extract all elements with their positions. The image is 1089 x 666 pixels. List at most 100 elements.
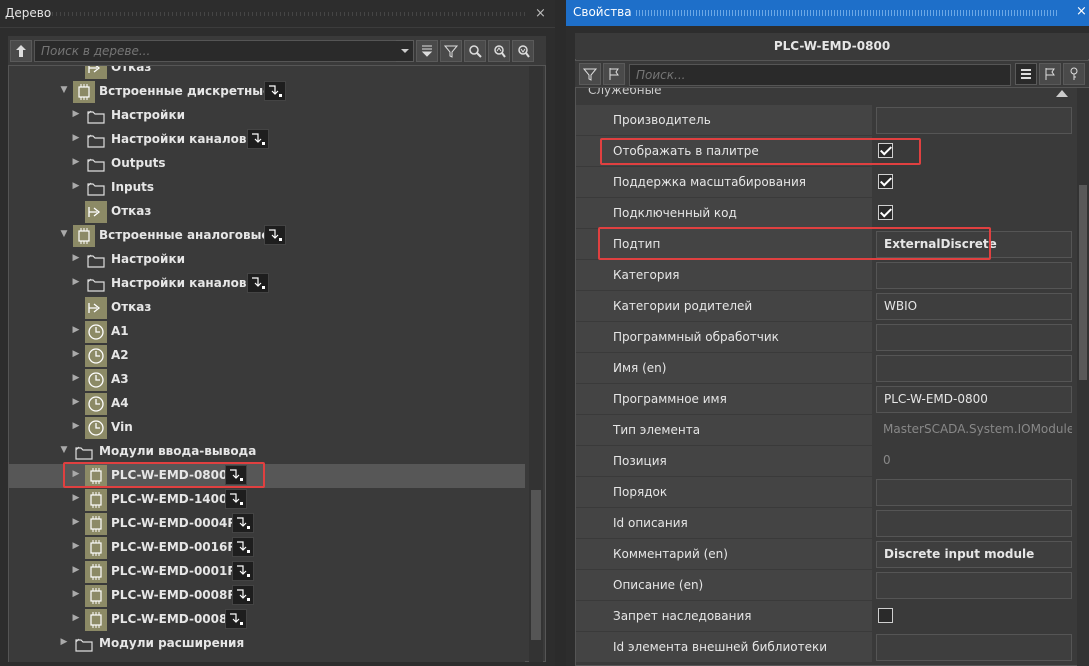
tree-node[interactable]: ▶ PLC-W-EMD-0001R bbox=[9, 560, 525, 584]
collapse-all-icon[interactable] bbox=[416, 40, 438, 62]
close-icon[interactable]: × bbox=[1076, 4, 1087, 19]
property-value-field[interactable] bbox=[876, 355, 1072, 382]
filter-icon[interactable] bbox=[440, 40, 462, 62]
tree-node[interactable]: Отказ bbox=[9, 200, 525, 224]
expand-right-icon[interactable]: ▶ bbox=[71, 589, 81, 599]
child-nodes-icon[interactable] bbox=[232, 561, 254, 581]
expand-down-icon[interactable]: ▼ bbox=[59, 85, 69, 95]
child-nodes-icon[interactable] bbox=[224, 489, 247, 509]
property-checkbox[interactable] bbox=[878, 608, 893, 623]
expand-right-icon[interactable]: ▶ bbox=[71, 349, 81, 359]
search-icon[interactable] bbox=[464, 40, 486, 62]
tree-node[interactable]: ▶ Настройки bbox=[9, 248, 525, 272]
chevron-down-icon[interactable] bbox=[396, 40, 414, 62]
tree-search-input[interactable] bbox=[34, 40, 414, 62]
tree-node[interactable]: ▶ PLC-W-EMD-0004R bbox=[9, 512, 525, 536]
tree-node[interactable]: ▼ Модули ввода-вывода bbox=[9, 440, 525, 464]
child-nodes-icon[interactable] bbox=[246, 129, 269, 149]
tree-node[interactable]: ▶ Настройки каналов bbox=[9, 272, 525, 296]
chip-icon bbox=[73, 225, 95, 247]
child-nodes-icon[interactable] bbox=[264, 81, 287, 101]
property-row: Программное имя PLC-W-EMD-0800 bbox=[576, 384, 1076, 415]
tree-node[interactable]: ▶ Модули расширения bbox=[9, 632, 525, 656]
expand-down-icon[interactable]: ▼ bbox=[59, 229, 69, 239]
property-value-field[interactable]: 0 bbox=[876, 448, 1072, 475]
properties-search-input[interactable] bbox=[629, 64, 1011, 86]
property-value-field[interactable] bbox=[876, 262, 1072, 289]
list-view-icon[interactable] bbox=[1015, 63, 1037, 85]
expand-down-icon[interactable]: ▼ bbox=[59, 445, 69, 455]
tree-root-icon[interactable] bbox=[10, 40, 32, 62]
property-value-field[interactable] bbox=[876, 324, 1072, 351]
tree-node[interactable]: Отказ bbox=[9, 66, 525, 80]
panel-drag-grip[interactable] bbox=[48, 12, 525, 16]
child-nodes-icon[interactable] bbox=[264, 225, 287, 245]
property-label-cell: Порядок bbox=[576, 477, 872, 507]
expand-right-icon[interactable]: ▶ bbox=[71, 109, 81, 119]
property-value-field[interactable] bbox=[876, 572, 1072, 599]
child-nodes-icon[interactable] bbox=[246, 273, 269, 293]
property-value-field[interactable]: PLC-W-EMD-0800 bbox=[876, 386, 1072, 413]
tree-node[interactable]: ▶ PLC-W-EMD-1400 bbox=[9, 488, 525, 512]
expand-right-icon[interactable]: ▶ bbox=[71, 277, 81, 287]
expand-right-icon[interactable]: ▶ bbox=[71, 493, 81, 503]
expand-right-icon[interactable]: ▶ bbox=[71, 565, 81, 575]
tree-node[interactable]: ▼ Встроенные аналоговые bbox=[9, 224, 525, 248]
tree-node[interactable]: ▶ Настройки каналов bbox=[9, 128, 525, 152]
tree-node[interactable]: Отказ bbox=[9, 296, 525, 320]
child-nodes-icon[interactable] bbox=[232, 537, 254, 557]
search-up-icon[interactable] bbox=[488, 40, 510, 62]
expand-right-icon[interactable]: ▶ bbox=[71, 517, 81, 527]
expand-right-icon[interactable]: ▶ bbox=[71, 253, 81, 263]
filter-icon[interactable] bbox=[579, 63, 601, 85]
child-nodes-icon[interactable] bbox=[232, 585, 254, 605]
property-section-header[interactable]: Служебные bbox=[576, 88, 1076, 100]
tree-scrollbar-thumb[interactable] bbox=[531, 490, 541, 640]
property-value-field[interactable]: MasterSCADA.System.IOModuleType bbox=[876, 417, 1072, 444]
expand-right-icon[interactable]: ▶ bbox=[71, 133, 81, 143]
property-value-field[interactable] bbox=[876, 479, 1072, 506]
fail-icon bbox=[85, 201, 107, 223]
tree-node[interactable]: ▼ Встроенные дискретные bbox=[9, 80, 525, 104]
expand-right-icon[interactable]: ▶ bbox=[71, 373, 81, 383]
child-nodes-icon[interactable] bbox=[224, 609, 247, 629]
property-checkbox[interactable] bbox=[878, 205, 893, 220]
expand-right-icon[interactable]: ▶ bbox=[71, 541, 81, 551]
clock-icon bbox=[85, 393, 107, 415]
expand-right-icon[interactable]: ▶ bbox=[71, 421, 81, 431]
property-checkbox[interactable] bbox=[878, 174, 893, 189]
expand-right-icon[interactable]: ▶ bbox=[71, 613, 81, 623]
search-down-icon[interactable] bbox=[512, 40, 534, 62]
filter-settings-icon[interactable] bbox=[603, 63, 625, 85]
tree-node[interactable]: ▶ A1 bbox=[9, 320, 525, 344]
tree-node[interactable]: ▶ A2 bbox=[9, 344, 525, 368]
property-value-field[interactable] bbox=[876, 510, 1072, 537]
tree-node[interactable]: ▶ A3 bbox=[9, 368, 525, 392]
chip-icon bbox=[85, 489, 107, 511]
tree-node[interactable]: ▶ Inputs bbox=[9, 176, 525, 200]
close-icon[interactable]: × bbox=[535, 6, 546, 21]
properties-scrollbar-thumb[interactable] bbox=[1079, 185, 1087, 380]
key-icon[interactable] bbox=[1063, 63, 1085, 85]
property-value-field[interactable] bbox=[876, 634, 1072, 661]
expand-right-icon[interactable]: ▶ bbox=[71, 157, 81, 167]
expand-right-icon[interactable]: ▶ bbox=[71, 325, 81, 335]
tree-node[interactable]: ▶ A4 bbox=[9, 392, 525, 416]
collapse-caret-icon[interactable] bbox=[1056, 90, 1068, 97]
property-label-cell: Имя (en) bbox=[576, 353, 872, 383]
expand-right-icon[interactable]: ▶ bbox=[71, 397, 81, 407]
child-nodes-icon[interactable] bbox=[232, 513, 254, 533]
tree-node[interactable]: ▶ PLC-W-EMD-0008R bbox=[9, 584, 525, 608]
property-value-field[interactable]: Discrete input module bbox=[876, 541, 1072, 568]
expand-right-icon[interactable]: ▶ bbox=[71, 181, 81, 191]
tree-node[interactable]: ▶ PLC-W-EMD-0016R bbox=[9, 536, 525, 560]
tree-node[interactable]: ▶ Настройки bbox=[9, 104, 525, 128]
tree-node[interactable]: ▶ Outputs bbox=[9, 152, 525, 176]
panel-drag-grip[interactable] bbox=[636, 10, 1059, 16]
property-value-field[interactable] bbox=[876, 107, 1072, 134]
tree-node[interactable]: ▶ PLC-W-EMD-0008 bbox=[9, 608, 525, 632]
property-value-field[interactable]: WBIO bbox=[876, 293, 1072, 320]
flag-icon[interactable] bbox=[1039, 63, 1061, 85]
tree-node[interactable]: ▶ Vin bbox=[9, 416, 525, 440]
expand-right-icon[interactable]: ▶ bbox=[59, 637, 69, 647]
